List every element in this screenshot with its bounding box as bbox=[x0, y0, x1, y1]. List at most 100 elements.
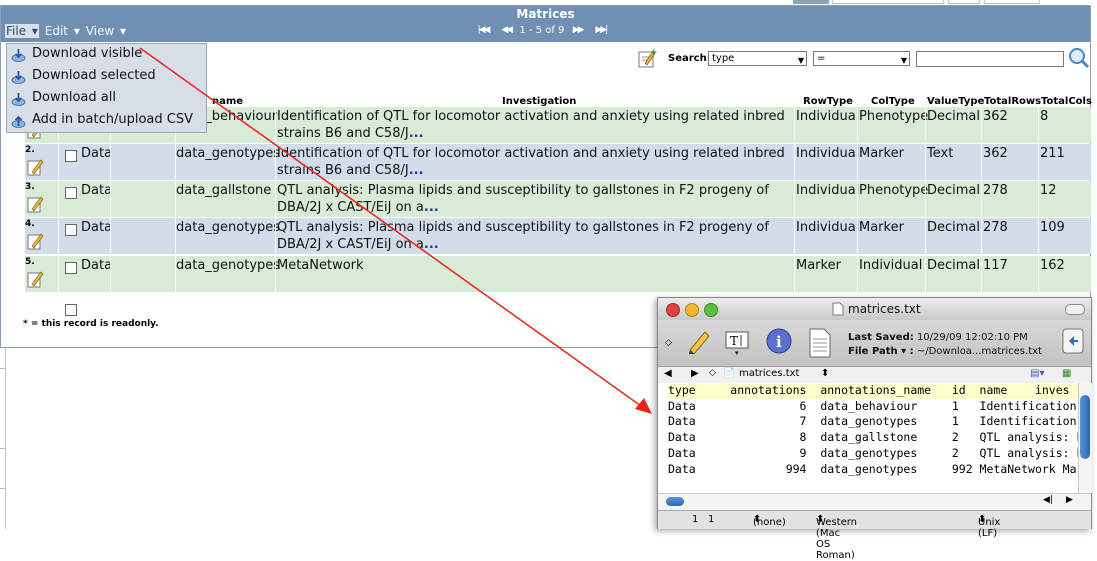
col-header-coltype[interactable]: ColType bbox=[871, 96, 915, 107]
row-type: Data bbox=[81, 258, 113, 273]
text-format-icon[interactable]: T▾ bbox=[724, 328, 752, 356]
pager: |◀◀ ◀◀ 1 - 5 of 9 ▶▶ ▶▶| bbox=[473, 25, 611, 39]
menu-file[interactable]: File ▾ bbox=[5, 24, 39, 38]
status-markup[interactable]: (none) ⬍ bbox=[753, 514, 786, 528]
row-valuetype: Decimal bbox=[927, 220, 981, 235]
download-icon bbox=[11, 71, 26, 84]
col-header-valuetype[interactable]: ValueType bbox=[927, 96, 984, 107]
row-investigation[interactable]: QTL analysis: Plasma lipids and suscepti… bbox=[277, 182, 792, 216]
row-coltype: Marker bbox=[859, 146, 904, 161]
search-label: Search: bbox=[668, 53, 711, 64]
search-icon[interactable] bbox=[1068, 47, 1090, 69]
diamond-icon[interactable]: ◇ bbox=[709, 368, 716, 378]
pencil-icon[interactable] bbox=[686, 328, 712, 354]
row-name: data_gallstone bbox=[176, 183, 272, 198]
menu-edit[interactable]: Edit ▾ bbox=[45, 24, 80, 38]
row-totalcols: 109 bbox=[1040, 220, 1065, 235]
row-coltype: Phenotype bbox=[859, 183, 929, 198]
search-operator-select[interactable]: = ▼ bbox=[813, 51, 910, 66]
scroll-right-icon[interactable]: ▶ bbox=[1066, 495, 1073, 505]
search-field-select[interactable]: type ▼ bbox=[708, 51, 807, 66]
top-tab[interactable] bbox=[948, 0, 980, 4]
editor-line-header: type annotations annotations_name id nam… bbox=[668, 383, 1078, 399]
bookmark-icon[interactable]: ▤▾ bbox=[1030, 368, 1044, 379]
status-line: 1 bbox=[692, 514, 699, 525]
document-preview-icon[interactable] bbox=[808, 328, 832, 358]
horizontal-scroll-thumb[interactable] bbox=[666, 497, 684, 506]
row-valuetype: Decimal bbox=[927, 183, 981, 198]
row-checkbox[interactable] bbox=[65, 150, 77, 162]
col-header-name[interactable]: name bbox=[212, 96, 243, 107]
row-rowtype: Individual bbox=[796, 183, 860, 198]
horizontal-scrollbar[interactable]: ◀| ▶ bbox=[658, 493, 1091, 510]
row-totalrows: 362 bbox=[983, 146, 1008, 161]
vertical-scrollbar[interactable] bbox=[1078, 383, 1092, 493]
window-titlebar[interactable]: matrices.txt bbox=[658, 298, 1091, 320]
top-tab[interactable] bbox=[984, 0, 1040, 4]
editor-line: Data 6 data_behaviour 1 Identification o… bbox=[668, 398, 1078, 413]
diamond-icon[interactable]: ◇ bbox=[665, 338, 672, 348]
row-investigation[interactable]: MetaNetwork bbox=[277, 257, 792, 274]
nav-file-menu-icon[interactable]: ⬍ bbox=[821, 368, 829, 379]
menu-item-upload-csv[interactable]: Add in batch/upload CSV bbox=[7, 110, 206, 132]
info-icon[interactable]: i bbox=[766, 328, 792, 354]
toolbar-toggle-button[interactable] bbox=[1065, 304, 1085, 315]
row-investigation[interactable]: QTL analysis: Plasma lipids and suscepti… bbox=[277, 219, 792, 253]
add-record-icon[interactable]: + bbox=[637, 47, 657, 69]
menu-item-download-all[interactable]: Download all bbox=[7, 88, 206, 110]
search-input[interactable] bbox=[916, 51, 1064, 67]
menu-item-download-visible[interactable]: Download visible bbox=[7, 44, 206, 66]
table-row: 2. Data data_genotypes Identification of… bbox=[25, 144, 1091, 180]
top-tab-active[interactable] bbox=[793, 0, 829, 4]
edit-record-icon[interactable] bbox=[27, 158, 45, 176]
col-header-totalrows[interactable]: TotalRows bbox=[984, 96, 1041, 107]
select-all-checkbox[interactable] bbox=[65, 304, 77, 316]
forward-arrow-icon[interactable]: ▶ bbox=[691, 368, 699, 379]
row-totalcols: 211 bbox=[1040, 146, 1065, 161]
row-rowtype: Marker bbox=[796, 258, 841, 273]
minimize-button[interactable] bbox=[685, 303, 699, 317]
window-toolbar: ◇ T ▾ i Last Saved: 10/29/09 12:02:10 PM … bbox=[658, 320, 1091, 366]
menu-item-download-selected[interactable]: Download selected bbox=[7, 66, 206, 88]
first-page-icon[interactable]: |◀◀ bbox=[473, 25, 493, 36]
edit-record-icon[interactable] bbox=[27, 195, 45, 213]
split-view-icon[interactable]: ▦ bbox=[1062, 368, 1071, 379]
panel-header: Matrices File ▾ Edit ▾ View ▾ |◀◀ ◀◀ 1 -… bbox=[1, 6, 1090, 42]
nav-filename[interactable]: matrices.txt bbox=[739, 368, 799, 379]
row-investigation[interactable]: Identification of QTL for locomotor acti… bbox=[277, 145, 792, 179]
file-info: Last Saved: 10/29/09 12:02:10 PM File Pa… bbox=[848, 332, 1042, 357]
row-checkbox[interactable] bbox=[65, 262, 77, 274]
scroll-left-icon[interactable]: ◀| bbox=[1043, 495, 1053, 505]
close-button[interactable] bbox=[666, 303, 680, 317]
edit-record-icon[interactable] bbox=[27, 232, 45, 250]
row-investigation[interactable]: Identification of QTL for locomotor acti… bbox=[277, 108, 792, 142]
row-checkbox[interactable] bbox=[65, 224, 77, 236]
row-totalrows: 362 bbox=[983, 109, 1008, 124]
back-arrow-icon[interactable]: ◀ bbox=[664, 368, 672, 379]
left-edge-lines bbox=[0, 348, 6, 529]
status-encoding[interactable]: Western (Mac OS Roman) ⬍ bbox=[816, 514, 857, 561]
prev-page-icon[interactable]: ◀◀ bbox=[496, 25, 516, 36]
upload-icon bbox=[11, 115, 26, 128]
row-rowtype: Individual bbox=[796, 109, 860, 124]
row-name: data_genotypes bbox=[176, 146, 281, 161]
row-valuetype: Decimal bbox=[927, 109, 981, 124]
col-header-investigation[interactable]: Investigation bbox=[502, 96, 576, 107]
text-editor[interactable]: type annotations annotations_name id nam… bbox=[658, 383, 1078, 493]
row-checkbox[interactable] bbox=[65, 187, 77, 199]
next-page-icon[interactable]: ▶▶ bbox=[568, 25, 588, 36]
edit-record-icon[interactable] bbox=[27, 270, 45, 288]
editor-line: Data 9 data_genotypes 2 QTL analysis: Pl… bbox=[668, 445, 1078, 460]
row-rowtype: Individual bbox=[796, 220, 860, 235]
col-header-rowtype[interactable]: RowType bbox=[803, 96, 853, 107]
status-line-endings[interactable]: Unix (LF) ⬍ bbox=[978, 514, 1000, 539]
menu-view[interactable]: View ▾ bbox=[86, 24, 126, 38]
row-type: Data bbox=[81, 220, 113, 235]
last-page-icon[interactable]: ▶▶| bbox=[591, 25, 611, 36]
sidebar-toggle-icon[interactable] bbox=[1062, 328, 1084, 354]
zoom-button[interactable] bbox=[704, 303, 718, 317]
col-header-totalcols[interactable]: TotalCols bbox=[1041, 96, 1092, 107]
table-row: 3. Data data_gallstone QTL analysis: Pla… bbox=[25, 181, 1091, 217]
vertical-scroll-thumb[interactable] bbox=[1080, 395, 1090, 459]
top-tab[interactable] bbox=[832, 0, 944, 4]
